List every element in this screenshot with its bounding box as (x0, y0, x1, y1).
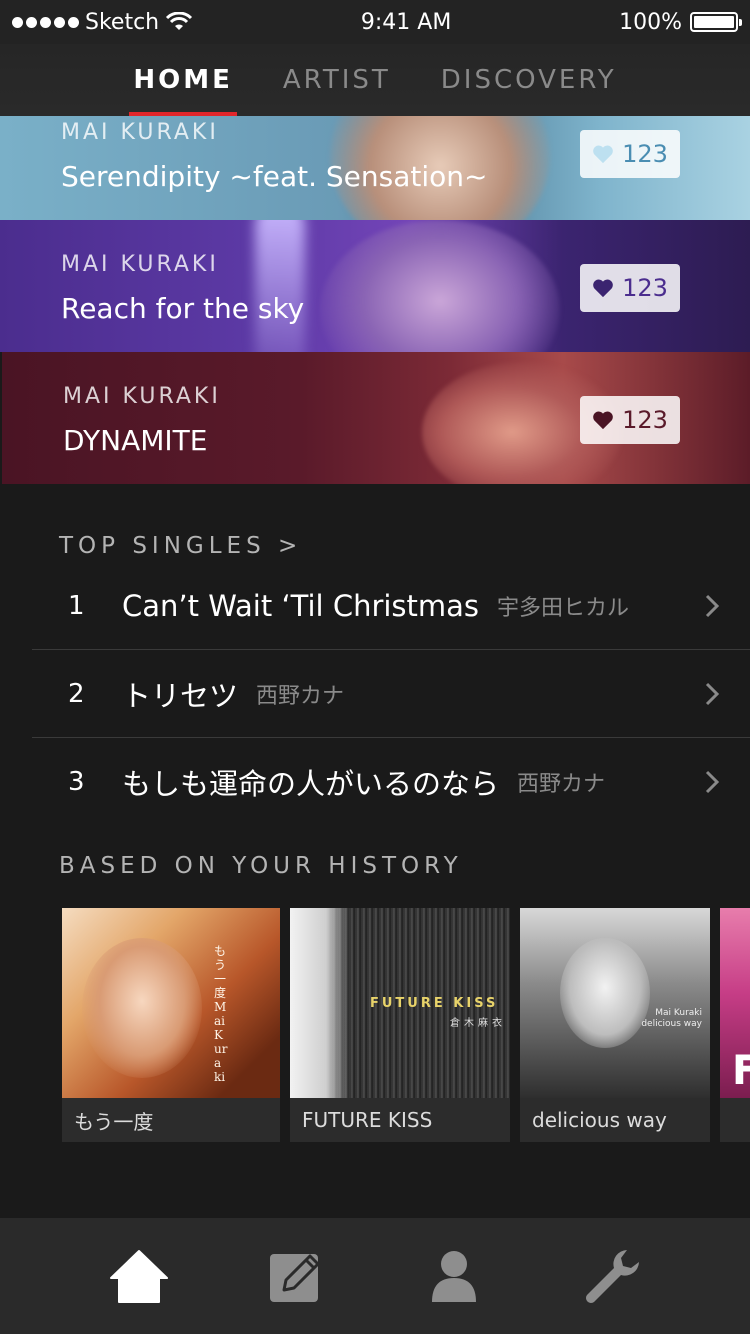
history-header: BASED ON YOUR HISTORY (59, 853, 463, 879)
album-cover-title: Mai Kuraki delicious way (641, 1008, 702, 1029)
featured-song: Serendipity ~feat. Sensation~ (61, 160, 488, 193)
tab-artist[interactable]: ARTIST (283, 44, 391, 116)
like-count: 123 (622, 406, 668, 434)
tab-home-button[interactable] (107, 1244, 171, 1308)
featured-song: Reach for the sky (61, 292, 305, 325)
album-cover-title: FUTURE KISS (370, 996, 499, 1011)
single-rank: 2 (68, 678, 85, 709)
single-title: もしも運命の人がいるのなら (122, 767, 500, 801)
top-tabs: HOME ARTIST DISCOVERY (0, 44, 750, 116)
like-button[interactable]: 123 (580, 396, 680, 444)
wifi-icon (166, 12, 193, 30)
status-right: 100% (619, 9, 742, 35)
like-count: 123 (622, 274, 668, 302)
featured-song: DYNAMITE (63, 424, 208, 457)
album-cover: Mai Kuraki delicious way (520, 908, 710, 1098)
album-title: FUTURE KISS (302, 1108, 433, 1132)
featured-item[interactable]: MAI KURAKI DYNAMITE 123 (2, 352, 750, 484)
battery-icon (690, 12, 742, 32)
status-bar: Sketch 9:41 AM 100% (0, 0, 750, 44)
heart-icon (593, 145, 613, 164)
featured-artist: MAI KURAKI (61, 120, 219, 145)
chevron-right-icon (705, 770, 720, 794)
tab-edit-button[interactable] (264, 1244, 328, 1308)
album-cover: FUTURE KISS 倉木麻衣 (290, 908, 510, 1098)
heart-icon (593, 279, 613, 298)
album-card[interactable]: Mai Kuraki delicious way delicious way (520, 908, 710, 1142)
single-artist: 宇多田ヒカル (497, 595, 630, 621)
album-title: delicious way (532, 1108, 667, 1132)
album-card[interactable]: もう一度 Mai Kuraki もう一度 (62, 908, 280, 1142)
cover-face (82, 938, 202, 1078)
cover-face (560, 938, 650, 1048)
like-button[interactable]: 123 (580, 130, 680, 178)
top-singles-list: 1 Can’t Wait ‘Til Christmas 宇多田ヒカル 2 トリセ… (32, 562, 750, 826)
heart-icon (593, 411, 613, 430)
chevron-right-icon (705, 682, 720, 705)
album-cover-title: もう一度 Mai Kuraki (214, 944, 228, 1084)
album-title: もう一度 (74, 1109, 154, 1134)
carrier-label: Sketch (85, 9, 160, 35)
like-count: 123 (622, 140, 668, 168)
album-cover-title: F (732, 1048, 750, 1094)
album-card[interactable]: F (720, 908, 750, 1142)
tab-discovery[interactable]: DISCOVERY (441, 44, 617, 116)
top-singles-header[interactable]: TOP SINGLES > (59, 533, 302, 559)
battery-percent: 100% (619, 9, 682, 35)
tab-home[interactable]: HOME (129, 44, 237, 116)
featured-item[interactable]: MAI KURAKI Reach for the sky 123 (0, 220, 750, 352)
single-title: Can’t Wait ‘Til Christmas (122, 588, 480, 623)
like-button[interactable]: 123 (580, 264, 680, 312)
single-rank: 3 (68, 767, 85, 797)
cover-profile (290, 908, 350, 1098)
tab-settings-button[interactable] (579, 1244, 643, 1308)
single-artist: 西野カナ (256, 683, 345, 709)
wrench-icon (586, 1250, 640, 1303)
album-cover: F (720, 908, 750, 1098)
single-artist: 西野カナ (517, 772, 606, 797)
featured-item[interactable]: MAI KURAKI Serendipity ~feat. Sensation~… (0, 116, 750, 220)
single-rank: 1 (68, 590, 85, 621)
featured-artist: MAI KURAKI (61, 252, 219, 277)
list-item[interactable]: 2 トリセツ 西野カナ (32, 650, 750, 738)
status-left: Sketch (12, 10, 193, 35)
featured-list: MAI KURAKI Serendipity ~feat. Sensation~… (0, 116, 750, 484)
featured-artist: MAI KURAKI (63, 384, 221, 409)
single-title: トリセツ (122, 678, 239, 713)
list-item[interactable]: 1 Can’t Wait ‘Til Christmas 宇多田ヒカル (32, 562, 750, 650)
album-card[interactable]: FUTURE KISS 倉木麻衣 FUTURE KISS (290, 908, 510, 1142)
signal-icon (12, 16, 79, 28)
tab-profile-button[interactable] (422, 1244, 486, 1308)
stage-light (255, 220, 305, 352)
home-icon (109, 1250, 168, 1303)
album-carousel[interactable]: もう一度 Mai Kuraki もう一度 FUTURE KISS 倉木麻衣 FU… (62, 908, 750, 1142)
album-cover-artist: 倉木麻衣 (450, 1018, 506, 1029)
list-item[interactable]: 3 もしも運命の人がいるのなら 西野カナ (32, 738, 750, 826)
chevron-right-icon (705, 594, 720, 617)
pencil-icon (270, 1254, 320, 1302)
person-icon (431, 1251, 476, 1302)
status-time: 9:41 AM (360, 9, 452, 35)
album-cover: もう一度 Mai Kuraki (62, 908, 280, 1098)
album-title (720, 1098, 750, 1142)
bottom-tab-bar (0, 1218, 750, 1334)
